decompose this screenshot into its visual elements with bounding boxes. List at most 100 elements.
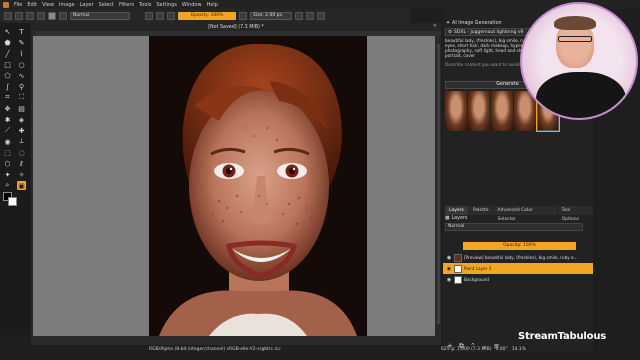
dynamic-brush-icon[interactable]: ⚲ <box>17 82 26 91</box>
wrap-icon[interactable] <box>306 12 314 20</box>
menu-settings[interactable]: Settings <box>156 2 177 8</box>
menu-file[interactable]: File <box>14 2 22 8</box>
scrollbar-thumb[interactable] <box>437 44 440 324</box>
layer-opacity-slider[interactable]: Opacity: 100% <box>463 242 576 250</box>
freehand-select-icon[interactable]: ℓ <box>17 159 26 168</box>
zoom-tool-icon[interactable]: ⌕ <box>3 181 12 190</box>
background-color[interactable] <box>8 197 17 206</box>
layer-row[interactable]: ◉ [Preview] beautiful lady, (freckles), … <box>443 252 593 263</box>
layer-blend-select[interactable]: Normal <box>445 223 583 231</box>
tab-advanced-color-selector[interactable]: Advanced Color Selector <box>493 206 557 222</box>
contiguous-select-icon[interactable]: ✦ <box>3 170 12 179</box>
reset-colors-icon[interactable] <box>156 12 164 20</box>
vertical-scrollbar[interactable] <box>436 36 441 336</box>
rotation-angle[interactable]: 0.00° <box>495 347 507 352</box>
polygon-select-icon[interactable]: ⬡ <box>3 159 12 168</box>
similar-select-icon[interactable]: ✧ <box>17 170 26 179</box>
document-title: [Not Saved] (7.3 MiB) * <box>208 24 264 30</box>
menu-layer[interactable]: Layer <box>80 2 94 8</box>
layer-row-selected[interactable]: ◉ Paint Layer 1 <box>443 263 593 274</box>
color-profile-status: RGB/Alpha (8-bit integer/channel) sRGB-e… <box>149 346 281 352</box>
layer-thumbnail <box>454 253 462 262</box>
close-icon[interactable]: ✕ <box>433 23 437 29</box>
menu-bar: File Edit View Image Layer Select Filter… <box>0 0 640 9</box>
new-document-icon[interactable] <box>4 12 12 20</box>
colorize-mask-icon[interactable]: ✱ <box>3 115 12 124</box>
presenter-glasses <box>558 36 592 42</box>
rectangle-tool-icon[interactable]: □ <box>3 60 12 69</box>
menu-select[interactable]: Select <box>99 2 114 8</box>
ai-generation-tool-icon[interactable]: ▣ <box>17 181 26 190</box>
fill-tool-icon[interactable]: ◈ <box>17 115 26 124</box>
document-tab[interactable]: [Not Saved] (7.3 MiB) * ✕ <box>31 23 441 31</box>
color-swatches[interactable] <box>3 192 17 206</box>
visibility-eye-icon[interactable]: ◉ <box>446 266 452 272</box>
settings-icon[interactable]: ⚙ <box>448 30 452 35</box>
smart-patch-icon[interactable]: ✚ <box>17 126 26 135</box>
size-field[interactable]: Size: 2.00 px <box>250 12 292 20</box>
crop-tool-icon[interactable]: ⌗ <box>3 93 12 102</box>
brush-tool-icon[interactable]: ✎ <box>17 38 26 47</box>
save-document-icon[interactable] <box>26 12 34 20</box>
visibility-eye-icon[interactable]: ◉ <box>446 277 452 283</box>
menu-help[interactable]: Help <box>207 2 218 8</box>
layer-name: [Preview] beautiful lady, (freckles), bi… <box>464 255 578 260</box>
pattern-icon[interactable] <box>48 12 56 20</box>
eraser-icon[interactable] <box>145 12 153 20</box>
result-thumbnail[interactable] <box>468 91 490 131</box>
document-info: 625 g: 1,000 (7.3 MiB) <box>441 346 492 352</box>
layers-header: ▦ Layers <box>445 216 467 221</box>
status-bar: RGB/Alpha (8-bit integer/channel) sRGB-e… <box>31 345 441 353</box>
opacity-slider[interactable]: Opacity: 100% <box>178 12 236 20</box>
result-thumbnail[interactable] <box>491 91 513 131</box>
edit-shapes-icon[interactable]: ⬟ <box>3 38 12 47</box>
measure-tool-icon[interactable]: ⟂ <box>17 137 26 146</box>
portrait-illustration <box>149 36 367 336</box>
layers-icon: ▦ <box>445 216 450 221</box>
polygon-tool-icon[interactable]: ⬠ <box>3 71 12 80</box>
color-picker-icon[interactable]: ⟋ <box>3 126 12 135</box>
menu-view[interactable]: View <box>42 2 54 8</box>
tab-layers[interactable]: Layers <box>445 206 468 215</box>
menu-image[interactable]: Image <box>59 2 75 8</box>
gradient-icon[interactable] <box>37 12 45 20</box>
open-document-icon[interactable] <box>15 12 23 20</box>
dropdown-icon[interactable] <box>317 12 325 20</box>
menu-window[interactable]: Window <box>182 2 202 8</box>
layer-name: Background <box>464 277 489 282</box>
menu-filters[interactable]: Filters <box>119 2 134 8</box>
zoom-level[interactable]: 14.1% <box>512 347 526 352</box>
brush-preset-icon[interactable] <box>59 12 67 20</box>
visibility-eye-icon[interactable]: ◉ <box>446 255 452 261</box>
transform-tool-icon[interactable]: ⛶ <box>17 93 26 102</box>
polyline-tool-icon[interactable]: ⌇ <box>17 49 26 58</box>
portrait-image[interactable] <box>149 36 367 336</box>
ellipse-tool-icon[interactable]: ○ <box>17 60 26 69</box>
alpha-lock-icon[interactable] <box>167 12 175 20</box>
layer-row[interactable]: ◉ Background <box>443 274 593 285</box>
tab-tool-options[interactable]: Tool Options <box>557 206 593 222</box>
mirror-icon[interactable] <box>295 12 303 20</box>
tab-palette[interactable]: Palette <box>468 206 493 215</box>
select-shapes-icon[interactable]: ↖ <box>3 27 12 36</box>
menu-edit[interactable]: Edit <box>27 2 37 8</box>
assistant-tool-icon[interactable]: ◉ <box>3 137 12 146</box>
text-tool-icon[interactable]: T <box>17 27 26 36</box>
presenter-body <box>536 72 626 118</box>
move-tool-icon[interactable]: ✥ <box>3 104 12 113</box>
gradient-tool-icon[interactable]: ▤ <box>17 104 26 113</box>
freehand-path-icon[interactable]: ∫ <box>3 82 12 91</box>
bezier-tool-icon[interactable]: ∿ <box>17 71 26 80</box>
ai-panel-title: AI Image Generation <box>452 20 502 26</box>
menu-tools[interactable]: Tools <box>139 2 151 8</box>
model-name: SDXL - Juggernaut lightning v9 <box>454 29 524 35</box>
blend-mode-select[interactable]: Normal <box>70 12 130 20</box>
layer-list: ◉ [Preview] beautiful lady, (freckles), … <box>443 252 593 285</box>
ellipse-select-icon[interactable]: ◌ <box>17 148 26 157</box>
layer-thumbnail <box>454 275 462 284</box>
sparkle-icon: ✦ <box>446 20 451 26</box>
result-thumbnail[interactable] <box>445 91 467 131</box>
flow-icon[interactable] <box>239 12 247 20</box>
line-tool-icon[interactable]: ╱ <box>3 49 12 58</box>
rect-select-icon[interactable]: ⬚ <box>3 148 12 157</box>
